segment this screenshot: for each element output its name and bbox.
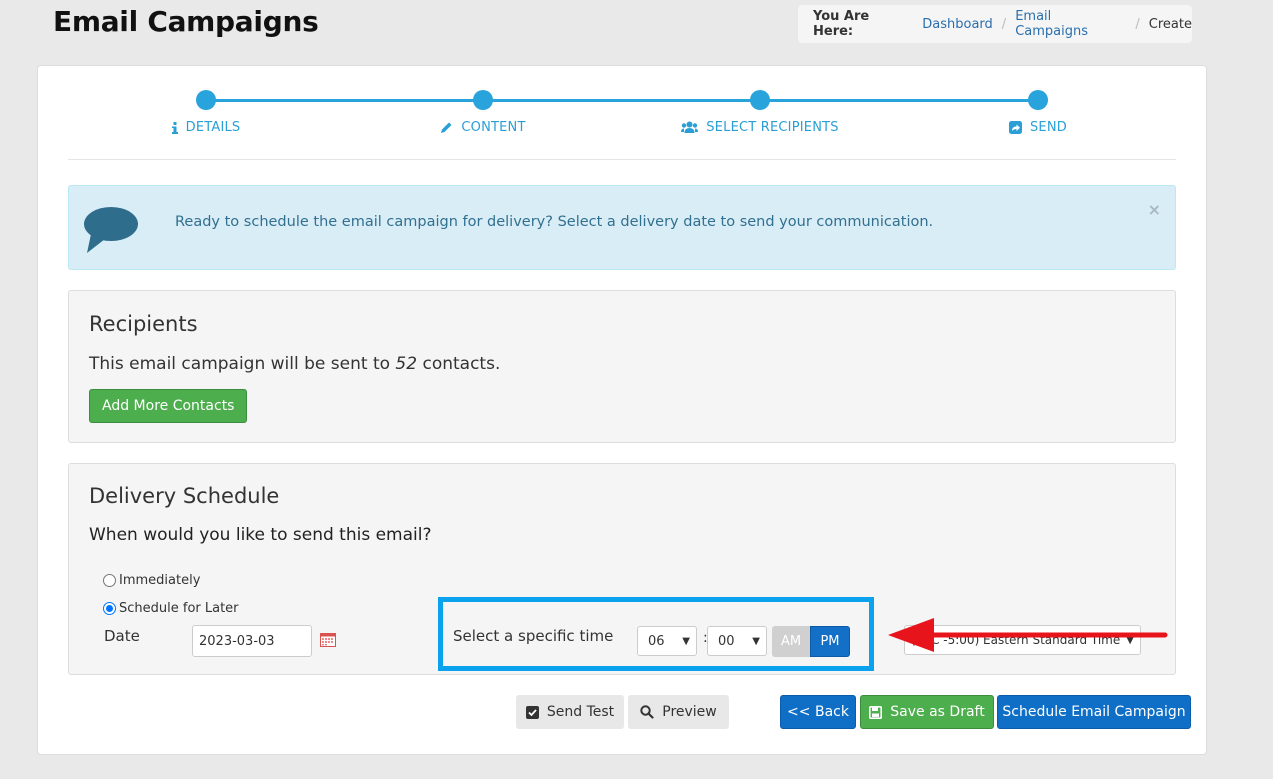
breadcrumb: You Are Here: Dashboard / Email Campaign… [798, 5, 1192, 43]
step-label: CONTENT [461, 120, 526, 135]
radio-label: Schedule for Later [119, 601, 239, 616]
send-test-button[interactable]: Send Test [516, 695, 624, 729]
minute-select[interactable]: 00 ▼ [707, 626, 767, 656]
chevron-down-icon: ▼ [752, 635, 760, 647]
share-icon [1008, 121, 1022, 134]
add-more-contacts-button[interactable]: Add More Contacts [89, 389, 248, 423]
radio-button-selected[interactable] [103, 602, 116, 615]
wizard-progress: DETAILS CONTENT SELECT RECIPIENTS SEND [68, 85, 1176, 160]
recipients-title: Recipients [89, 312, 198, 336]
info-icon [171, 121, 178, 134]
recipients-text-after: contacts. [417, 354, 501, 374]
delivery-question: When would you like to send this email? [89, 525, 432, 545]
page-title: Email Campaigns [53, 5, 319, 38]
minute-value: 00 [718, 633, 735, 649]
schedule-email-campaign-button[interactable]: Schedule Email Campaign [997, 695, 1191, 729]
step-dot [196, 90, 216, 110]
hour-value: 06 [648, 633, 665, 649]
alert-message: Ready to schedule the email campaign for… [175, 214, 934, 230]
back-button[interactable]: << Back [780, 695, 856, 729]
radio-button[interactable] [103, 574, 116, 587]
recipients-text-before: This email campaign will be sent to [89, 354, 396, 374]
save-as-draft-button[interactable]: Save as Draft [860, 695, 994, 729]
date-label: Date [104, 627, 140, 645]
step-label: SEND [1029, 120, 1067, 135]
checkbox-icon [525, 705, 539, 719]
save-icon [869, 705, 883, 719]
radio-immediately[interactable]: Immediately [103, 573, 200, 588]
preview-button[interactable]: Preview [628, 695, 729, 729]
speech-bubble-icon [84, 207, 138, 253]
search-icon [640, 705, 654, 719]
calendar-icon[interactable] [320, 632, 336, 647]
users-icon [681, 121, 699, 133]
wizard-step-select-recipients[interactable]: SELECT RECIPIENTS [660, 90, 860, 135]
alert-close-button[interactable]: × [1148, 200, 1161, 219]
step-dot [750, 90, 770, 110]
radio-schedule-later[interactable]: Schedule for Later [103, 601, 239, 616]
hour-select[interactable]: 06 ▼ [637, 626, 697, 656]
pm-toggle[interactable]: PM [810, 626, 850, 657]
recipients-count: 52 [395, 354, 418, 374]
recipients-summary: This email campaign will be sent to 52 c… [89, 354, 500, 374]
wizard-step-details[interactable]: DETAILS [106, 90, 306, 135]
breadcrumb-link-email-campaigns[interactable]: Email Campaigns [1015, 9, 1126, 39]
save-as-draft-label: Save as Draft [890, 704, 985, 720]
step-dot [1028, 90, 1048, 110]
am-toggle[interactable]: AM [772, 626, 810, 657]
recipients-panel: Recipients This email campaign will be s… [68, 290, 1176, 443]
delivery-schedule-title: Delivery Schedule [89, 484, 280, 508]
annotation-arrow [888, 618, 1168, 652]
wizard-step-send[interactable]: SEND [938, 90, 1138, 135]
breadcrumb-link-dashboard[interactable]: Dashboard [922, 17, 993, 32]
time-label: Select a specific time [453, 627, 614, 645]
wizard-step-content[interactable]: CONTENT [383, 90, 583, 135]
radio-label: Immediately [119, 573, 201, 588]
step-label: SELECT RECIPIENTS [706, 120, 839, 135]
time-selection-highlight: Select a specific time 06 ▼ : 00 ▼ AM PM [438, 597, 874, 671]
wizard-line [206, 99, 1038, 102]
breadcrumb-current: Create [1148, 16, 1192, 32]
send-test-label: Send Test [546, 704, 615, 720]
breadcrumb-separator: / [1135, 16, 1140, 32]
breadcrumb-separator: / [1001, 16, 1007, 32]
step-dot [473, 90, 493, 110]
preview-label: Preview [662, 704, 717, 720]
info-alert: Ready to schedule the email campaign for… [68, 185, 1176, 270]
pencil-icon [441, 122, 452, 133]
step-label: DETAILS [185, 120, 241, 135]
breadcrumb-lead: You Are Here: [813, 9, 870, 39]
chevron-down-icon: ▼ [682, 635, 690, 647]
date-input[interactable]: 2023-03-03 [192, 625, 312, 657]
